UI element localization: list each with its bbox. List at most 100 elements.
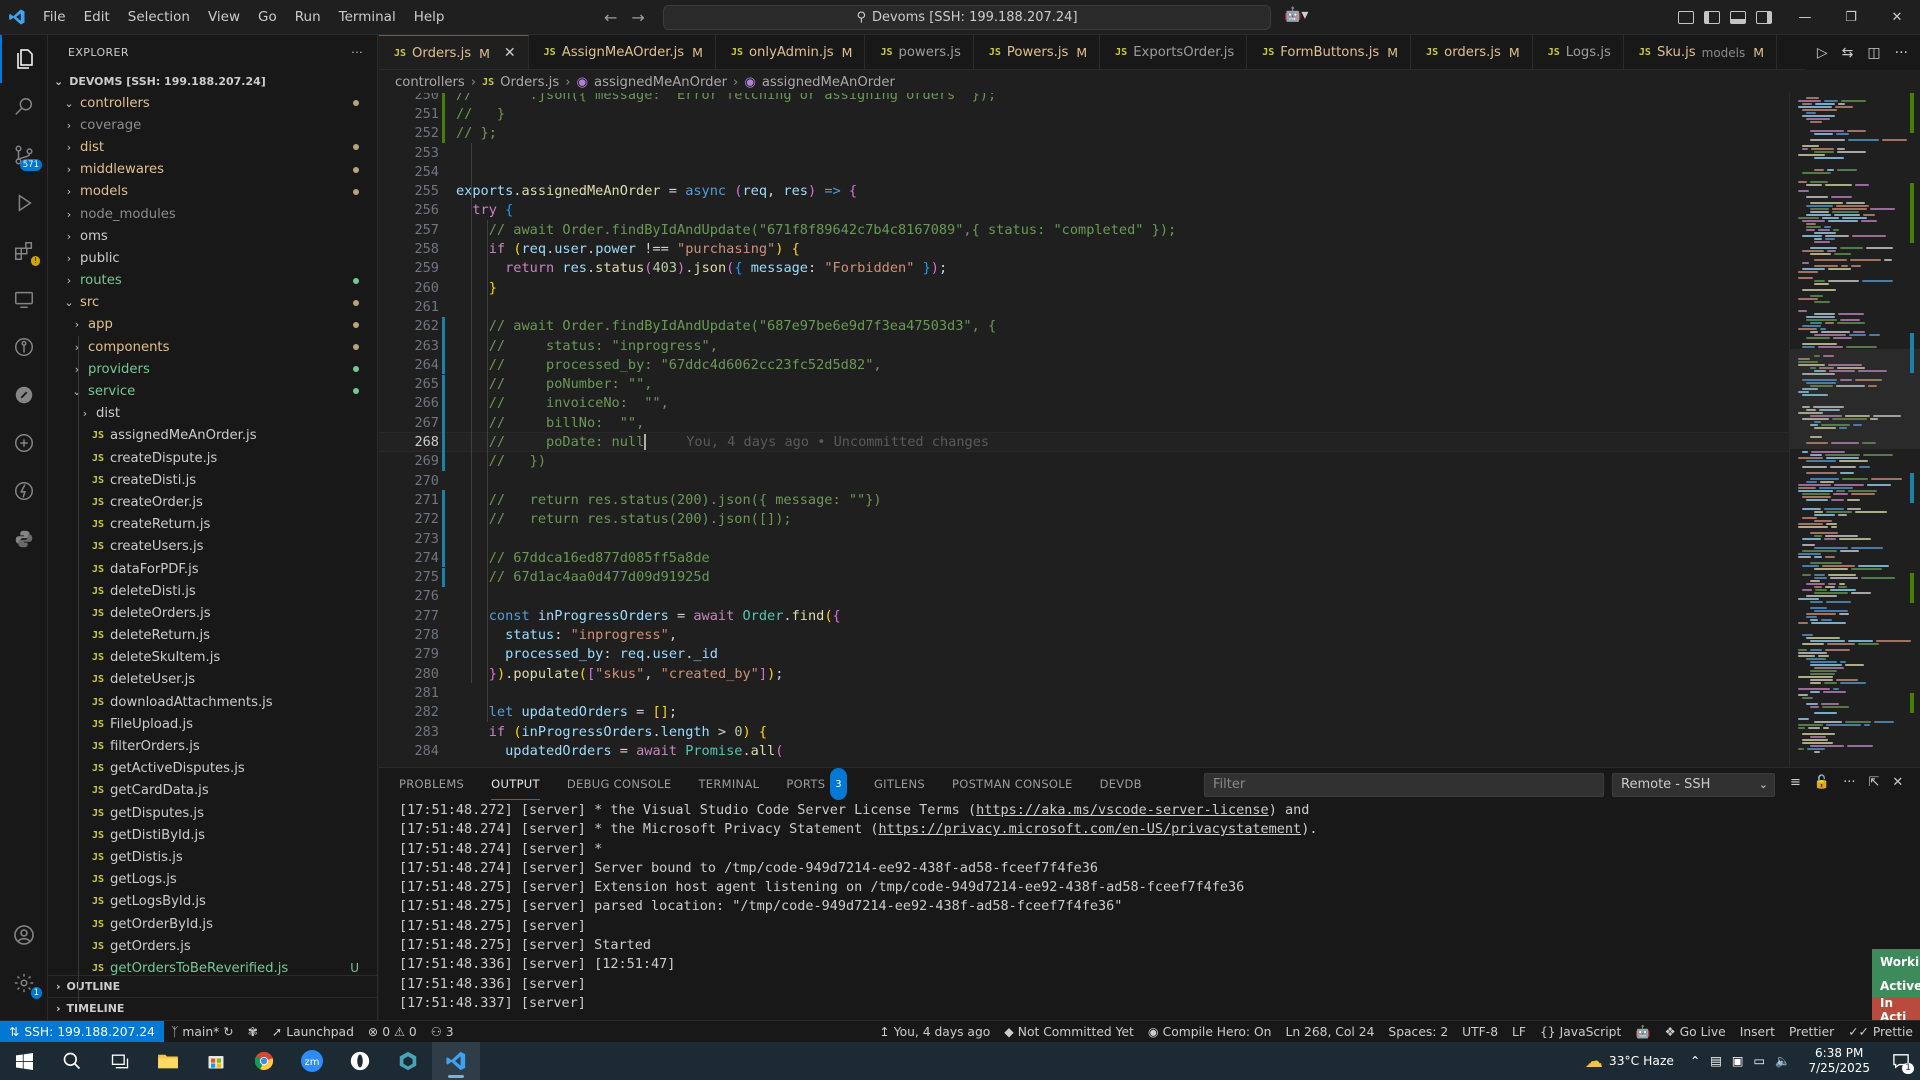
gitlens-status-icon[interactable]: ✾ [241, 1025, 265, 1039]
code-line[interactable]: 278 status: "inprogress", [379, 625, 1789, 644]
folder-item[interactable]: › node_modules [48, 203, 377, 225]
folder-item[interactable]: › models [48, 181, 377, 203]
code-line[interactable]: 258 if (req.user.power !== "purchasing")… [379, 239, 1789, 258]
more-actions-icon[interactable]: ··· [351, 46, 363, 59]
manage-gear-icon[interactable]: 1 [0, 959, 48, 1007]
commit-item[interactable]: ◆ Not Committed Yet [997, 1025, 1141, 1039]
breadcrumb-folder[interactable]: controllers [395, 75, 465, 90]
file-item[interactable]: JS createOrder.js [48, 491, 377, 513]
file-item[interactable]: JS dataForPDF.js [48, 558, 377, 580]
timeline-section[interactable]: › TIMELINE [48, 997, 377, 1019]
gitlens-icon[interactable] [0, 323, 48, 371]
file-explorer-icon[interactable] [144, 1042, 192, 1080]
code-line[interactable]: 276 [379, 587, 1789, 606]
command-center[interactable]: ⚲ Devoms [SSH: 199.188.207.24] [663, 5, 1271, 30]
folder-item[interactable]: › dist [48, 136, 377, 158]
folder-item[interactable]: › coverage [48, 114, 377, 136]
file-item[interactable]: JS getDisputes.js [48, 802, 377, 824]
side-notification[interactable]: Workin [1872, 949, 1920, 975]
file-item[interactable]: JS getLogs.js [48, 869, 377, 891]
code-line[interactable]: 274 // 67ddca16ed877d085ff5a8de [379, 548, 1789, 567]
file-item[interactable]: JS downloadAttachments.js [48, 691, 377, 713]
code-line[interactable]: 254 [379, 162, 1789, 181]
file-item[interactable]: JS getOrderById.js [48, 913, 377, 935]
outline-section[interactable]: › OUTLINE [48, 975, 377, 997]
file-item[interactable]: JS deleteOrders.js [48, 602, 377, 624]
breadcrumb-symbol[interactable]: assignedMeAnOrder [594, 75, 727, 90]
panel-tab-devdb[interactable]: DEVDB [1100, 768, 1142, 800]
close-window-button[interactable]: ✕ [1874, 0, 1920, 35]
file-item[interactable]: JS getLogsById.js [48, 891, 377, 913]
code-line[interactable]: 280 }).populate(["skus", "created_by"]); [379, 664, 1789, 683]
code-line[interactable]: 251 // } [379, 104, 1789, 123]
output-filter-input[interactable]: Filter [1204, 773, 1604, 797]
insert-mode[interactable]: Insert [1733, 1025, 1782, 1039]
clear-output-icon[interactable]: ≡ [1790, 775, 1801, 790]
panel-tab-terminal[interactable]: TERMINAL [698, 768, 759, 800]
folder-item[interactable]: › middlewares [48, 159, 377, 181]
tab-logs-js[interactable]: JS Logs.js [1533, 35, 1624, 69]
code-line[interactable]: 252 // }; [379, 124, 1789, 143]
minimap-slider[interactable] [1790, 349, 1920, 449]
indentation[interactable]: Spaces: 2 [1381, 1025, 1455, 1039]
folder-item[interactable]: › oms [48, 225, 377, 247]
code-line[interactable]: 277 const inProgressOrders = await Order… [379, 606, 1789, 625]
prettier-check-item[interactable]: ✓✓ Prettie [1841, 1025, 1920, 1039]
workspace-root[interactable]: ⌄ DEVOMS [SSH: 199.188.207.24] [48, 70, 377, 92]
folder-item[interactable]: › app [48, 314, 377, 336]
branch-indicator[interactable]: ᛉ main* ↻ [164, 1025, 241, 1039]
run-file-icon[interactable]: ▷ [1817, 45, 1828, 61]
menu-selection[interactable]: Selection [119, 0, 199, 35]
explorer-icon[interactable] [0, 35, 48, 83]
code-line[interactable]: 253 [379, 143, 1789, 162]
file-item[interactable]: JS FileUpload.js [48, 713, 377, 735]
file-item[interactable]: JS assignedMeAnOrder.js [48, 425, 377, 447]
menu-file[interactable]: File [34, 0, 75, 35]
tab-powers-js[interactable]: JS powers.js [865, 35, 974, 69]
store-icon[interactable] [192, 1042, 240, 1080]
extensions-icon[interactable]: ! [0, 227, 48, 275]
file-item[interactable]: JS getActiveDisputes.js [48, 758, 377, 780]
code-line[interactable]: 255 exports.assignedMeAnOrder = async (re… [379, 182, 1789, 201]
toggle-secondary-sidebar-icon[interactable] [1756, 11, 1772, 24]
code-line[interactable]: 273 [379, 529, 1789, 548]
customize-layout-icon[interactable] [1678, 11, 1694, 24]
code-line[interactable]: 279 processed_by: req.user._id [379, 645, 1789, 664]
problems-indicator[interactable]: ⊗ 0 ⚠ 0 [361, 1025, 424, 1039]
open-changes-icon[interactable]: ⇆ [1842, 45, 1854, 61]
menu-view[interactable]: View [199, 0, 249, 35]
close-panel-icon[interactable]: ✕ [1892, 775, 1903, 790]
code-line[interactable]: 271 // return res.status(200).json({ mes… [379, 490, 1789, 509]
menu-run[interactable]: Run [286, 0, 330, 35]
file-item[interactable]: JS getOrders.js [48, 935, 377, 957]
folder-item[interactable]: › components [48, 336, 377, 358]
blame-item[interactable]: ↥ You, 4 days ago [872, 1025, 997, 1039]
back-arrow-icon[interactable]: ← [604, 8, 617, 27]
file-item[interactable]: JS deleteReturn.js [48, 625, 377, 647]
weather-icon[interactable]: ☁ [1585, 1051, 1603, 1072]
code-line[interactable]: 260 } [379, 278, 1789, 297]
cursor-position[interactable]: Ln 268, Col 24 [1278, 1025, 1381, 1039]
output-link[interactable]: https://aka.ms/vscode-server-license [976, 802, 1269, 818]
search-icon[interactable] [48, 1042, 96, 1080]
tab-formbuttons-js[interactable]: JS FormButtons.js M [1247, 35, 1412, 69]
remote-indicator[interactable]: ⇅ SSH: 199.188.207.24 [0, 1020, 165, 1043]
chrome-icon[interactable] [240, 1042, 288, 1080]
display-icon[interactable]: ▭ [1754, 1054, 1766, 1068]
folder-item[interactable]: ⌄ src [48, 292, 377, 314]
minimap[interactable] [1789, 93, 1920, 766]
tab-orders-js[interactable]: JS orders.js M [1411, 35, 1533, 69]
go-live-item[interactable]: ❖ Go Live [1658, 1025, 1733, 1039]
code-line[interactable]: 261 [379, 297, 1789, 316]
code-line[interactable]: 267 // billNo: "", [379, 413, 1789, 432]
code-line[interactable]: 262 // await Order.findByIdAndUpdate("68… [379, 317, 1789, 336]
code-line[interactable]: 282 let updatedOrders = []; [379, 703, 1789, 722]
close-tab-icon[interactable]: ✕ [504, 45, 516, 61]
tab-exportsorder-js[interactable]: JS ExportsOrder.js [1100, 35, 1248, 69]
folder-item[interactable]: › public [48, 247, 377, 269]
network-icon[interactable]: ▤ [1710, 1054, 1722, 1068]
folder-item[interactable]: › dist [48, 403, 377, 425]
forward-arrow-icon[interactable]: → [631, 8, 644, 27]
code-line[interactable]: 275 // 67d1ac4aa0d477d09d91925d [379, 568, 1789, 587]
breadcrumb-file[interactable]: Orders.js [500, 75, 559, 90]
